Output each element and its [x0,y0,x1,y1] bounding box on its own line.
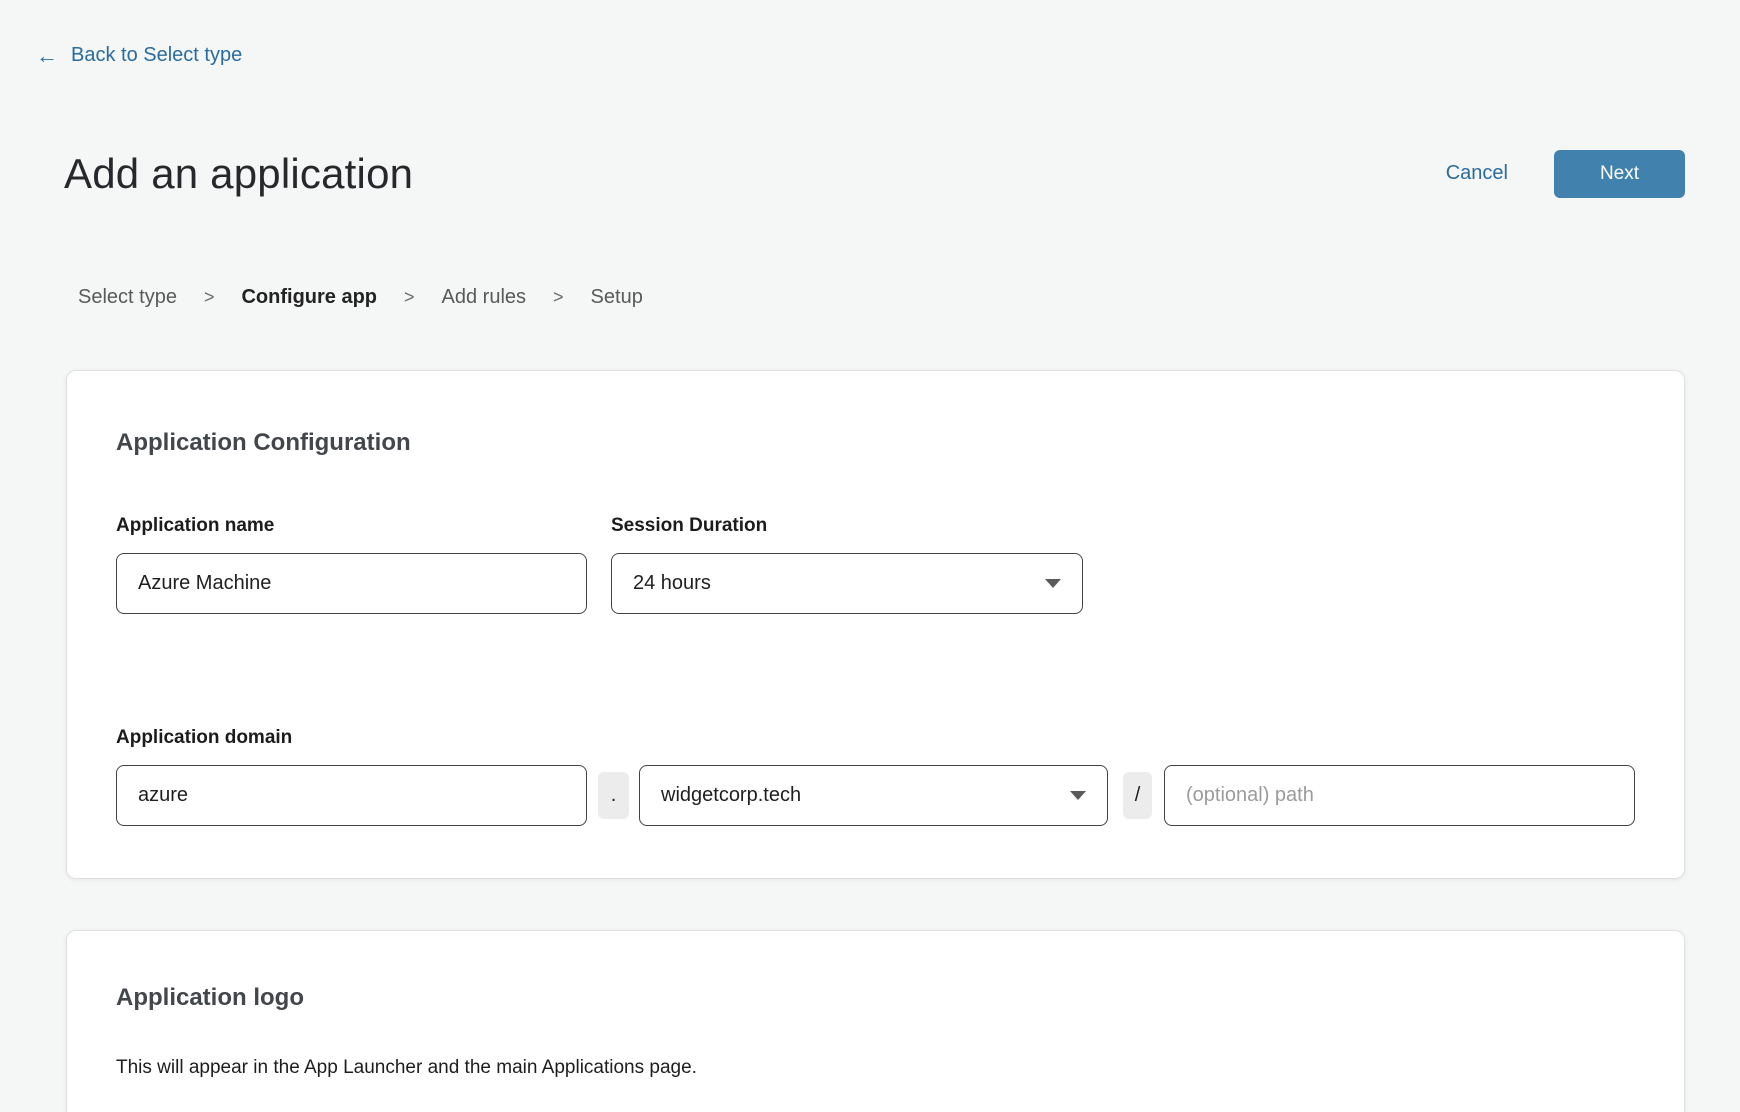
subdomain-input[interactable] [116,765,587,826]
session-duration-label: Session Duration [611,515,1083,537]
header-actions: Cancel Next [1446,150,1685,198]
back-link-label: Back to Select type [71,44,242,67]
session-duration-field: Session Duration 24 hours [611,515,1083,614]
next-button[interactable]: Next [1554,150,1685,198]
breadcrumb-separator: > [204,287,215,308]
application-name-input[interactable] [116,553,587,614]
breadcrumb-separator: > [404,287,415,308]
chevron-down-icon [1045,579,1061,588]
session-duration-value: 24 hours [633,572,711,595]
breadcrumb-item-configure-app: Configure app [241,286,377,309]
page-header: Add an application Cancel Next [64,150,1685,198]
domain-select[interactable]: widgetcorp.tech [639,765,1108,826]
back-link[interactable]: ← Back to Select type [36,44,242,67]
back-arrow-icon: ← [36,45,58,67]
path-input[interactable] [1164,765,1635,826]
application-name-field: Application name [116,515,587,614]
breadcrumb-item-setup: Setup [591,286,643,309]
application-domain-row: . widgetcorp.tech / [116,765,1635,826]
cancel-button[interactable]: Cancel [1446,162,1508,185]
application-logo-description: This will appear in the App Launcher and… [116,1057,1635,1079]
dot-separator: . [598,772,629,819]
slash-separator: / [1123,772,1152,819]
domain-select-value: widgetcorp.tech [661,784,801,807]
application-domain-label: Application domain [116,727,1635,749]
breadcrumb-separator: > [553,287,564,308]
breadcrumb-item-select-type[interactable]: Select type [78,286,177,309]
application-configuration-title: Application Configuration [116,429,1635,457]
application-logo-card: Application logo This will appear in the… [66,930,1685,1112]
session-duration-select[interactable]: 24 hours [611,553,1083,614]
name-session-row: Application name Session Duration 24 hou… [116,515,1635,614]
application-logo-title: Application logo [116,984,1635,1012]
breadcrumb: Select type > Configure app > Add rules … [78,286,1740,309]
page-title: Add an application [64,150,413,198]
application-configuration-card: Application Configuration Application na… [66,370,1685,879]
application-name-label: Application name [116,515,587,537]
breadcrumb-item-add-rules: Add rules [442,286,527,309]
chevron-down-icon [1070,791,1086,800]
